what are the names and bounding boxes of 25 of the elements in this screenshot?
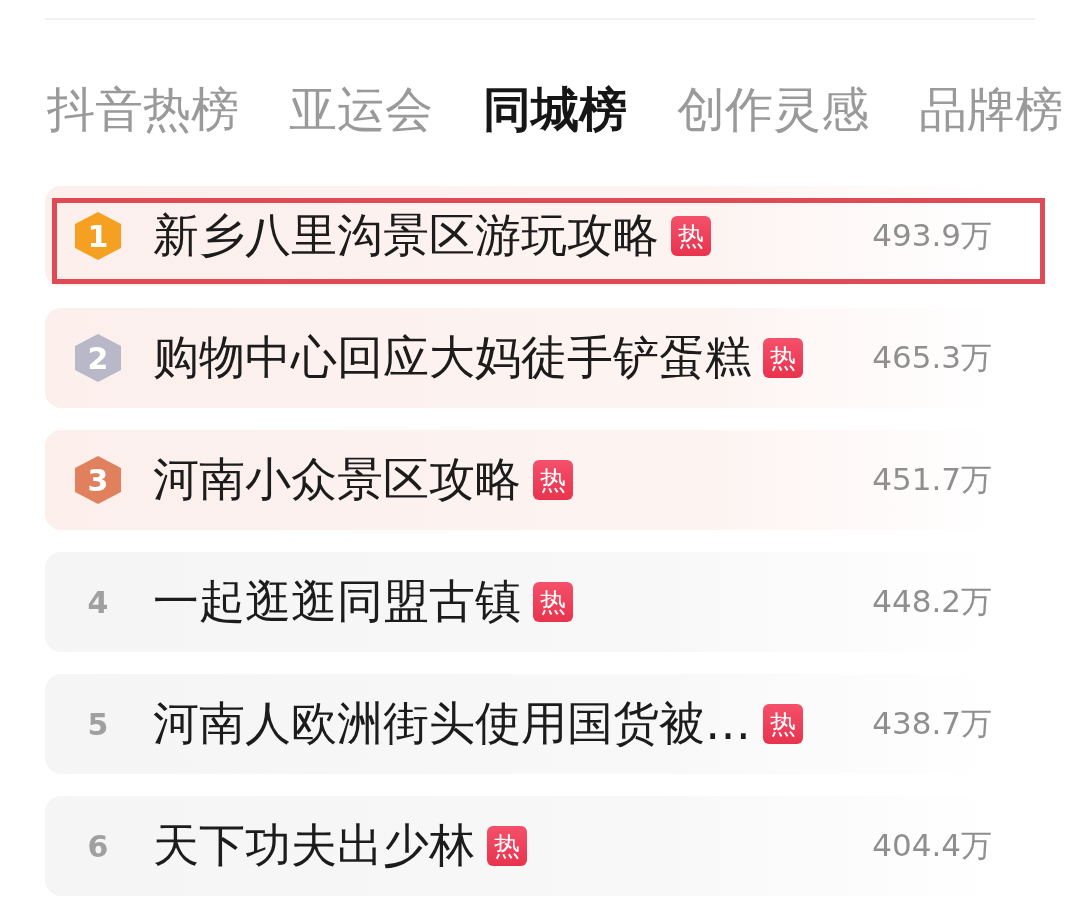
heat-value: 465.3万 [872, 338, 992, 377]
item-title: 河南人欧洲街头使用国货被… [153, 695, 751, 752]
heat-value: 493.9万 [872, 216, 992, 255]
rank-badge: 1 [75, 212, 121, 260]
rank-number: 4 [86, 583, 110, 622]
hot-tag: 热 [671, 216, 711, 256]
hot-tag: 热 [763, 338, 803, 378]
item-title: 新乡八里沟景区游玩攻略 [153, 207, 659, 264]
heat-value: 438.7万 [872, 704, 992, 743]
item-title: 天下功夫出少林 [153, 817, 475, 874]
tab[interactable]: 同城榜 [483, 78, 627, 142]
rank-badge: 3 [75, 456, 121, 504]
rank-number: 5 [86, 705, 110, 744]
heat-value: 451.7万 [872, 460, 992, 499]
heat-value: 404.4万 [872, 826, 992, 865]
hot-tag: 热 [533, 460, 573, 500]
rank-badge: 2 [75, 334, 121, 382]
item-title: 一起逛逛同盟古镇 [153, 573, 521, 630]
hot-tag: 热 [487, 826, 527, 866]
heat-value: 448.2万 [872, 582, 992, 621]
rank-number: 6 [86, 827, 110, 866]
hot-tag: 热 [533, 582, 573, 622]
item-title: 购物中心回应大妈徒手铲蛋糕 [153, 329, 751, 386]
item-title: 河南小众景区攻略 [153, 451, 521, 508]
hot-tag: 热 [763, 704, 803, 744]
